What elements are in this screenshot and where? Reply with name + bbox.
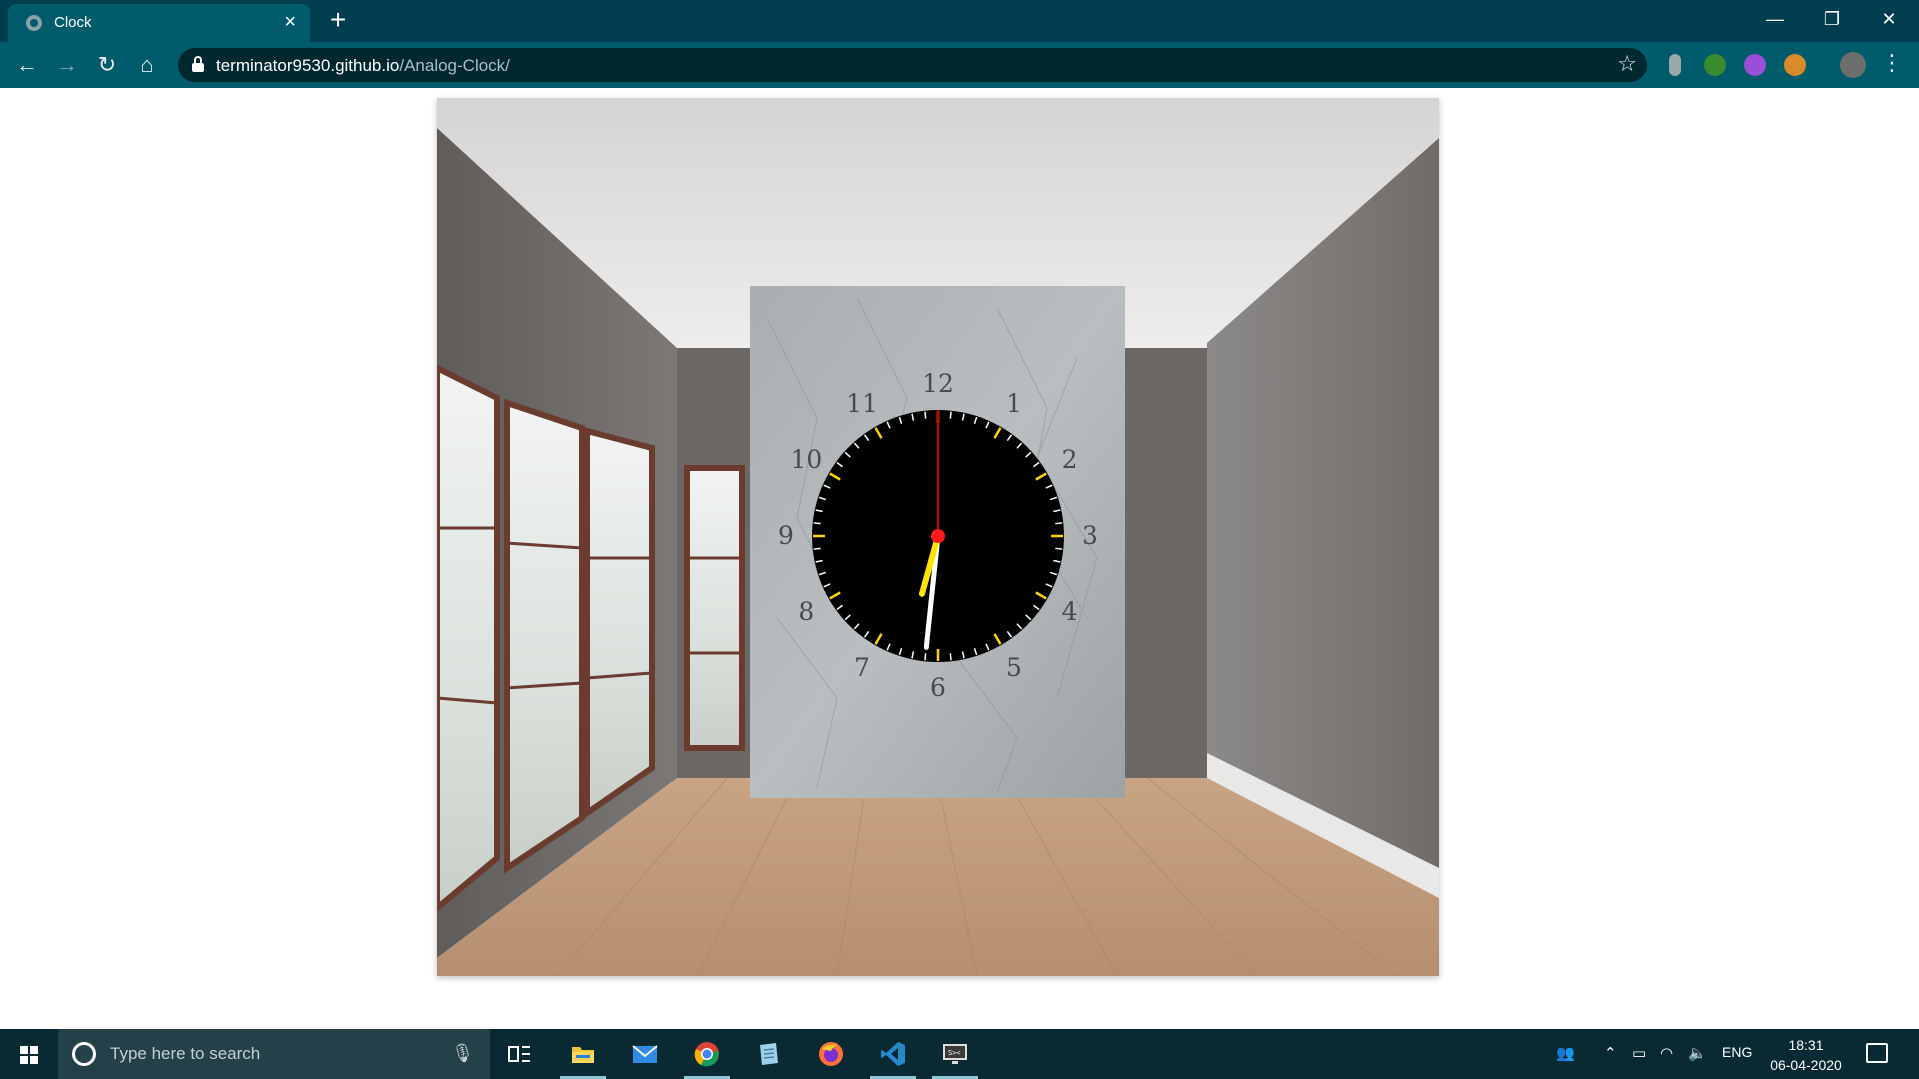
wifi-icon[interactable]: ◠ bbox=[1660, 1044, 1673, 1062]
taskbar-chrome[interactable] bbox=[678, 1029, 736, 1079]
tab-strip: Clock × + — ❐ ✕ bbox=[0, 0, 1919, 42]
taskbar-clock[interactable]: 18:31 06-04-2020 bbox=[1764, 1035, 1848, 1075]
windows-logo-icon bbox=[20, 1046, 38, 1064]
taskbar-notepad[interactable] bbox=[740, 1029, 798, 1079]
task-view-button[interactable] bbox=[490, 1029, 548, 1079]
volume-icon[interactable]: 🔈 bbox=[1688, 1044, 1707, 1062]
people-icon[interactable]: 👥 bbox=[1556, 1044, 1575, 1062]
tab-clock[interactable]: Clock × bbox=[8, 4, 310, 42]
extension-tree-icon[interactable] bbox=[1704, 54, 1726, 76]
home-button[interactable]: ⌂ bbox=[132, 50, 162, 80]
show-hidden-icons-chevron-icon[interactable]: ⌃ bbox=[1604, 1044, 1617, 1062]
svg-text:S><: S>< bbox=[948, 1049, 961, 1057]
url-text: terminator9530.github.io/Analog-Clock/ bbox=[216, 56, 510, 75]
tab-title: Clock bbox=[54, 14, 92, 31]
vscode-icon bbox=[881, 1042, 905, 1066]
lock-icon[interactable] bbox=[192, 56, 204, 72]
forward-button[interactable]: → bbox=[52, 50, 82, 80]
notepad-icon bbox=[760, 1043, 778, 1065]
taskbar-firefox[interactable] bbox=[802, 1029, 860, 1079]
search-placeholder: Type here to search bbox=[110, 1044, 261, 1063]
restore-button[interactable]: ❐ bbox=[1804, 2, 1860, 36]
extension-purple-icon[interactable] bbox=[1744, 54, 1766, 76]
room-background-image: 12 1 2 3 4 5 6 7 8 9 10 11 bbox=[437, 98, 1439, 976]
chrome-icon bbox=[694, 1042, 719, 1067]
taskbar-terminal[interactable]: S>< bbox=[926, 1029, 984, 1079]
taskbar-search-box[interactable]: Type here to search 🎙 bbox=[58, 1029, 490, 1079]
profile-avatar-icon[interactable] bbox=[1840, 52, 1866, 78]
new-tab-button[interactable]: + bbox=[322, 4, 354, 36]
taskbar-file-explorer[interactable] bbox=[554, 1029, 612, 1079]
microphone-icon[interactable]: 🎙 bbox=[451, 1043, 474, 1064]
terminal-icon: S>< bbox=[943, 1044, 967, 1064]
firefox-icon bbox=[819, 1042, 843, 1066]
cortana-icon[interactable] bbox=[72, 1042, 96, 1066]
extension-cookie-icon[interactable] bbox=[1784, 54, 1806, 76]
mail-icon bbox=[632, 1045, 658, 1063]
action-center-icon[interactable] bbox=[1866, 1043, 1888, 1063]
task-view-icon bbox=[508, 1046, 530, 1062]
globe-icon bbox=[26, 15, 42, 31]
taskbar-date: 06-04-2020 bbox=[1770, 1057, 1842, 1073]
folder-icon bbox=[572, 1047, 594, 1063]
browser-toolbar: ← → ↻ ⌂ terminator9530.github.io/Analog-… bbox=[0, 42, 1919, 88]
browser-menu-icon[interactable]: ⋮ bbox=[1880, 50, 1904, 76]
back-button[interactable]: ← bbox=[12, 50, 42, 80]
bookmark-star-icon[interactable]: ☆ bbox=[1617, 51, 1637, 77]
taskbar-time: 18:31 bbox=[1788, 1037, 1824, 1053]
extension-grey-icon[interactable] bbox=[1669, 54, 1681, 76]
close-window-button[interactable]: ✕ bbox=[1861, 2, 1917, 36]
start-button[interactable] bbox=[0, 1029, 58, 1079]
reload-button[interactable]: ↻ bbox=[92, 50, 122, 80]
minimize-button[interactable]: — bbox=[1747, 2, 1803, 36]
taskbar-mail[interactable] bbox=[616, 1029, 674, 1079]
tab-close-icon[interactable]: × bbox=[284, 10, 296, 34]
address-bar[interactable]: terminator9530.github.io/Analog-Clock/ ☆ bbox=[178, 48, 1647, 82]
windows-taskbar: Type here to search 🎙 S>< 👥 ⌃ ▭ ◠ 🔈 ENG … bbox=[0, 1029, 1919, 1079]
taskbar-vscode[interactable] bbox=[864, 1029, 922, 1079]
battery-icon[interactable]: ▭ bbox=[1632, 1044, 1646, 1062]
language-indicator[interactable]: ENG bbox=[1722, 1044, 1752, 1060]
room-illustration bbox=[437, 98, 1439, 976]
